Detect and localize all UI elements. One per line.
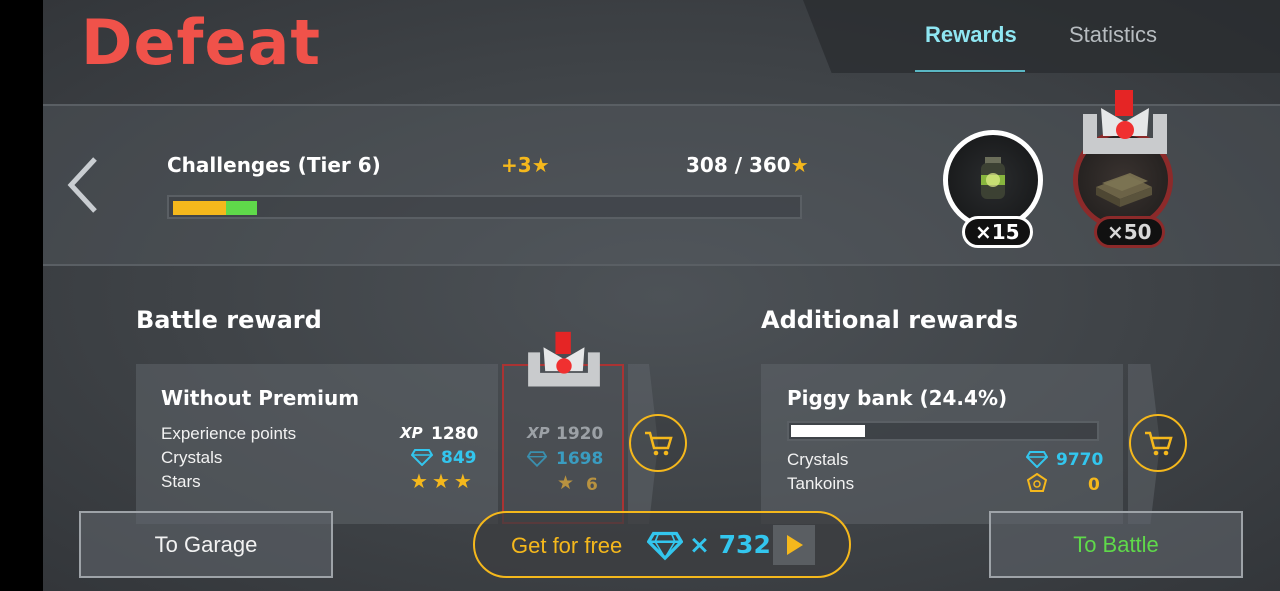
cart-icon (645, 431, 673, 456)
buy-piggy-bank-button[interactable] (1129, 414, 1187, 472)
result-title: Defeat (81, 6, 322, 79)
piggy-crystals-value: 9770 (1056, 450, 1104, 470)
crystal-icon (411, 449, 433, 466)
buy-premium-button[interactable] (629, 414, 687, 472)
experience-value: 1280 (431, 424, 479, 444)
star-icon: ★ (557, 472, 575, 494)
free-crystal-count: × 732 (689, 530, 771, 559)
premium-crown-icon (1083, 90, 1167, 154)
tab-rewards[interactable]: Rewards (925, 22, 1017, 48)
crystal-icon (527, 451, 547, 467)
premium-crystals-value: 1698 (556, 449, 604, 469)
to-battle-button[interactable]: To Battle (989, 511, 1243, 578)
cart-icon (1145, 431, 1173, 456)
battle-results-screen: Defeat Rewards Statistics Challenges (Ti… (43, 0, 1280, 591)
piggy-tankoins-label: Tankoins (787, 474, 855, 493)
tankoin-icon (1027, 473, 1047, 492)
to-garage-label: To Garage (154, 531, 258, 557)
crystal-icon (1026, 451, 1048, 468)
challenges-title: Challenges (Tier 6) (167, 153, 381, 177)
star-icon: ★ (790, 153, 809, 177)
stars-value-icons: ★ ★ ★ (410, 469, 472, 493)
stars-label: Stars (161, 472, 201, 491)
progress-segment-earned (173, 201, 226, 215)
premium-stars-value: 6 (586, 475, 598, 495)
star-icon: ★ (453, 469, 472, 493)
active-tab-indicator (915, 70, 1025, 72)
grenade-consumable-icon (981, 157, 1005, 199)
challenges-progress: 308 / 360★ (686, 153, 809, 177)
piggy-tankoins-value: 0 (1088, 475, 1100, 495)
reward-count-badge: ×50 (1094, 216, 1165, 248)
challenges-gain-value: +3 (501, 153, 532, 177)
experience-label: Experience points (161, 424, 297, 443)
xp-icon: XP (527, 424, 550, 442)
watch-ad-button[interactable] (773, 525, 815, 565)
crystals-label: Crystals (161, 448, 223, 467)
premium-crown-icon (528, 331, 600, 387)
piggy-bank-fill (791, 425, 865, 437)
piggy-crystals-label: Crystals (787, 450, 849, 469)
piggy-bank-title: Piggy bank (24.4%) (787, 386, 1008, 410)
additional-rewards-title: Additional rewards (761, 306, 1018, 334)
get-for-free-button[interactable]: Get for free × 732 (473, 511, 851, 578)
without-premium-title: Without Premium (161, 386, 360, 410)
challenges-gain: +3★ (501, 153, 550, 177)
crystal-icon (647, 531, 683, 561)
star-icon: ★ (431, 469, 450, 493)
get-for-free-label: Get for free (511, 533, 623, 558)
tab-bar (803, 0, 1280, 73)
tab-statistics[interactable]: Statistics (1069, 22, 1157, 48)
to-battle-label: To Battle (1073, 531, 1159, 557)
progress-segment-new (226, 201, 257, 215)
challenges-progress-bar (167, 195, 802, 219)
xp-icon: XP (400, 424, 423, 442)
play-icon (787, 535, 803, 555)
piggy-bank-progress-bar (787, 421, 1099, 441)
reward-count-badge: ×15 (962, 216, 1033, 248)
crystals-value: 849 (441, 448, 477, 468)
challenges-progress-text: 308 / 360 (686, 153, 791, 177)
reward-grenade[interactable] (943, 130, 1043, 230)
to-garage-button[interactable]: To Garage (79, 511, 333, 578)
star-icon: ★ (410, 469, 428, 493)
battle-reward-title: Battle reward (136, 306, 322, 334)
back-arrow-icon[interactable] (65, 155, 101, 215)
star-icon: ★ (531, 153, 550, 177)
premium-experience-value: 1920 (556, 424, 604, 444)
